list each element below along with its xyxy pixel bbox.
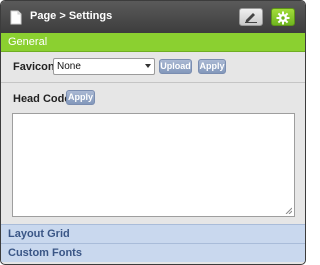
general-section-label: General: [8, 36, 48, 48]
resize-grip-icon[interactable]: [285, 207, 292, 214]
chevron-down-icon: [145, 64, 151, 68]
pencil-icon: [245, 13, 257, 23]
general-section-header[interactable]: General: [1, 33, 305, 52]
edit-button[interactable]: [239, 8, 263, 26]
panel-title: Page > Settings: [30, 10, 113, 22]
favicon-label: Favicon: [13, 61, 55, 73]
head-code-apply-button[interactable]: Apply: [66, 90, 95, 105]
gear-icon: [276, 11, 290, 25]
head-code-label: Head Code: [13, 93, 71, 105]
favicon-apply-button[interactable]: Apply: [198, 59, 226, 74]
custom-fonts-label: Custom Fonts: [8, 247, 82, 259]
custom-fonts-section-header[interactable]: Custom Fonts: [1, 243, 305, 262]
favicon-select[interactable]: None: [53, 58, 155, 75]
head-code-textarea[interactable]: [12, 113, 295, 217]
title-bar: Page > Settings: [1, 1, 305, 33]
favicon-select-value: None: [57, 61, 81, 72]
settings-panel: Page > Settings General Favicon None Upl…: [0, 0, 306, 265]
layout-grid-section-header[interactable]: Layout Grid: [1, 224, 305, 243]
favicon-upload-button[interactable]: Upload: [159, 59, 192, 74]
layout-grid-label: Layout Grid: [8, 228, 70, 240]
divider: [1, 82, 305, 83]
settings-button[interactable]: [271, 8, 295, 26]
page-icon: [10, 10, 22, 25]
